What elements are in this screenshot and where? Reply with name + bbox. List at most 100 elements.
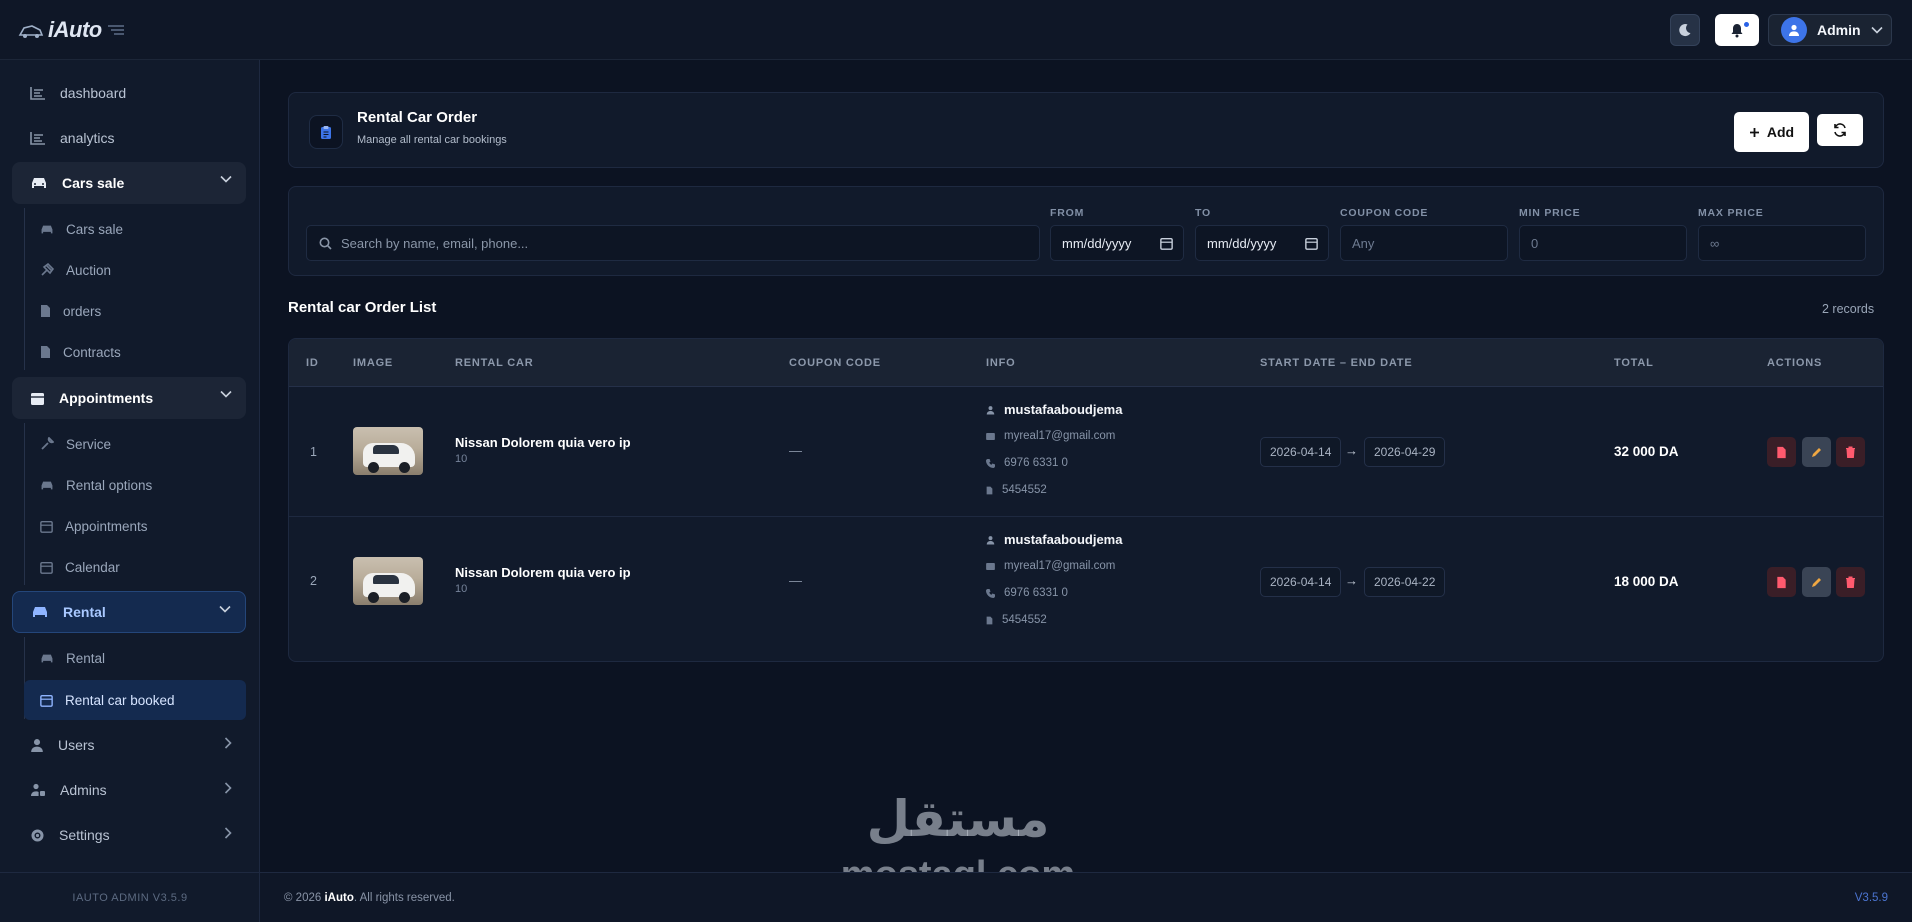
chevron-down-icon <box>1870 26 1883 34</box>
coupon-code-input[interactable]: Any <box>1340 225 1508 261</box>
sidebar-item-rental[interactable]: Rental <box>24 639 246 677</box>
document-icon <box>41 305 50 317</box>
table-row[interactable]: 2 Nissan Dolorem quia vero ip 10 — musta… <box>289 517 1883 647</box>
refresh-button[interactable] <box>1817 114 1863 146</box>
sidebar-item-users[interactable]: Users <box>12 724 246 766</box>
envelope-icon <box>986 432 995 440</box>
car-thumbnail[interactable] <box>353 557 423 605</box>
sidebar-item-appointments[interactable]: Appointments <box>24 507 246 545</box>
chevron-down-icon <box>220 390 232 398</box>
document-icon <box>986 486 993 494</box>
chevron-right-icon <box>224 737 232 749</box>
car-name: Nissan Dolorem quia vero ip <box>455 565 631 580</box>
sidebar-item-rental-car-booked[interactable]: Rental car booked <box>24 680 246 720</box>
chevron-down-icon <box>219 605 231 613</box>
end-date: 2026-04-22 <box>1364 567 1446 597</box>
moon-icon <box>1679 24 1691 37</box>
calendar-icon[interactable] <box>1305 237 1318 250</box>
pencil-icon <box>1811 578 1821 587</box>
document-icon <box>41 346 50 358</box>
wrench-icon <box>41 437 54 450</box>
delete-button[interactable] <box>1836 437 1865 467</box>
speed-lines-icon <box>107 25 124 35</box>
car-logo-icon <box>18 25 44 38</box>
pencil-icon <box>1811 448 1821 457</box>
calendar-icon <box>40 520 53 533</box>
info-document: 5454552 <box>986 614 1047 626</box>
notifications-button[interactable] <box>1715 14 1759 46</box>
info-document: 5454552 <box>986 484 1047 496</box>
theme-toggle-button[interactable] <box>1670 14 1700 46</box>
page-footer: © 2026 iAuto. All rights reserved. V3.5.… <box>260 872 1912 922</box>
start-date: 2026-04-14 <box>1260 437 1342 467</box>
sidebar-group-appointments[interactable]: Appointments <box>12 377 246 419</box>
column-header: RENTAL CAR <box>455 357 534 369</box>
pdf-icon <box>1777 576 1786 588</box>
calendar-icon <box>40 694 53 707</box>
car-icon <box>41 481 53 489</box>
pdf-button[interactable] <box>1767 437 1796 467</box>
sidebar-group-cars-sale[interactable]: Cars sale <box>12 162 246 204</box>
calendar-icon[interactable] <box>1160 237 1173 250</box>
sidebar-item-cars-sale[interactable]: Cars sale <box>24 210 246 248</box>
app-logo[interactable]: iAuto <box>18 14 126 46</box>
orders-table: ID IMAGE RENTAL CAR COUPON CODE INFO STA… <box>288 338 1884 662</box>
coupon-code-label: COUPON CODE <box>1340 207 1429 219</box>
chevron-right-icon <box>224 827 232 839</box>
info-email: myreal17@gmail.com <box>986 430 1115 442</box>
sidebar-item-service[interactable]: Service <box>24 425 246 463</box>
admin-label: Admin <box>1817 22 1861 38</box>
edit-button[interactable] <box>1802 567 1831 597</box>
info-user: mustafaaboudjema <box>986 402 1122 417</box>
clipboard-icon <box>309 115 343 149</box>
sidebar-group-rental[interactable]: Rental <box>12 591 246 633</box>
table-row[interactable]: 1 Nissan Dolorem quia vero ip 10 — musta… <box>289 387 1883 517</box>
car-sub: 10 <box>455 583 468 595</box>
search-input[interactable]: Search by name, email, phone... <box>306 225 1040 261</box>
sidebar-item-settings[interactable]: Settings <box>12 814 246 856</box>
page-header-card: Rental Car Order Manage all rental car b… <box>288 92 1884 168</box>
sidebar-item-orders[interactable]: orders <box>24 292 246 330</box>
add-button[interactable]: Add <box>1734 112 1809 152</box>
bar-chart-icon <box>30 87 45 100</box>
sidebar-item-contracts[interactable]: Contracts <box>24 333 246 371</box>
car-icon <box>32 178 46 188</box>
calendar-icon <box>40 561 53 574</box>
refresh-icon <box>1834 123 1846 137</box>
car-icon <box>41 225 53 233</box>
user-icon <box>986 405 995 414</box>
car-thumbnail[interactable] <box>353 427 423 475</box>
sidebar-item-rental-options[interactable]: Rental options <box>24 466 246 504</box>
sidebar-item-admins[interactable]: Admins <box>12 769 246 811</box>
phone-icon <box>986 588 995 598</box>
column-header: ID <box>306 357 319 369</box>
search-icon <box>319 237 332 250</box>
pdf-button[interactable] <box>1767 567 1796 597</box>
info-phone: 6976 6331 0 <box>986 457 1068 469</box>
sidebar-item-auction[interactable]: Auction <box>24 251 246 289</box>
min-price-label: MIN PRICE <box>1519 207 1581 219</box>
min-price-input[interactable]: 0 <box>1519 225 1687 261</box>
top-bar: iAuto Admin <box>0 0 1912 60</box>
max-price-label: MAX PRICE <box>1698 207 1764 219</box>
sidebar-item-analytics[interactable]: analytics <box>12 117 246 159</box>
from-date-input[interactable]: mm/dd/yyyy <box>1050 225 1184 261</box>
copyright: © 2026 iAuto. All rights reserved. <box>284 892 455 904</box>
column-header: TOTAL <box>1614 357 1654 369</box>
column-header: COUPON CODE <box>789 357 881 369</box>
pdf-icon <box>1777 446 1786 458</box>
admin-menu-button[interactable]: Admin <box>1768 14 1892 46</box>
sidebar-item-calendar[interactable]: Calendar <box>24 548 246 586</box>
max-price-input[interactable]: ∞ <box>1698 225 1866 261</box>
document-icon <box>986 616 993 624</box>
sidebar-item-dashboard[interactable]: dashboard <box>12 72 246 114</box>
gavel-icon <box>41 263 54 276</box>
records-count: 2 records <box>1822 302 1875 316</box>
sidebar: dashboard analytics Cars sale Cars sale … <box>0 60 260 922</box>
delete-button[interactable] <box>1836 567 1865 597</box>
total-cell: 32 000 DA <box>1614 444 1679 459</box>
edit-button[interactable] <box>1802 437 1831 467</box>
phone-icon <box>986 458 995 468</box>
to-date-input[interactable]: mm/dd/yyyy <box>1195 225 1329 261</box>
total-cell: 18 000 DA <box>1614 574 1679 589</box>
